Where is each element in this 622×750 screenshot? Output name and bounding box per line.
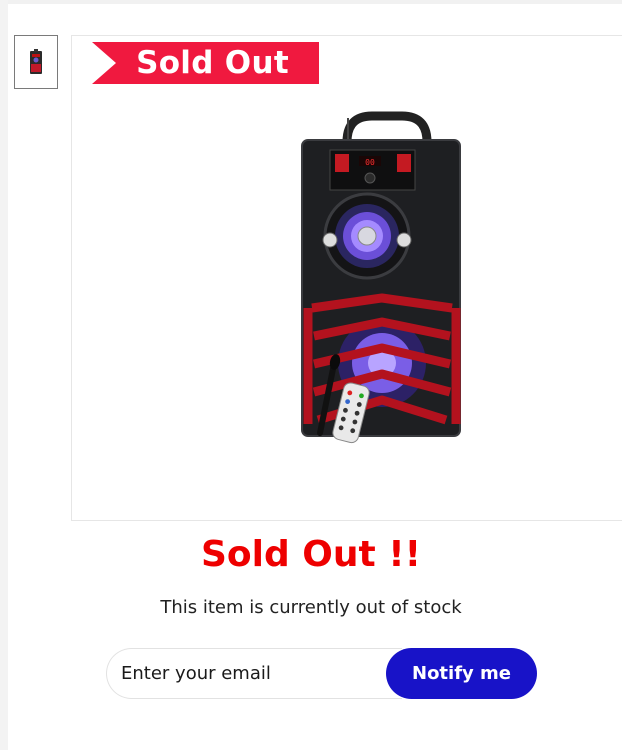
speaker-thumbnail-icon (30, 49, 42, 74)
sold-out-heading: Sold Out !! (200, 534, 422, 575)
product-thumbnail[interactable] (14, 35, 58, 89)
out-of-stock-message: This item is currently out of stock (160, 597, 462, 618)
sold-out-ribbon: Sold Out (92, 42, 319, 84)
ribbon-label: Sold Out (136, 45, 289, 81)
svg-text:00: 00 (365, 158, 375, 167)
top-strip (0, 0, 622, 4)
notify-form: Notify me (106, 648, 537, 699)
left-rail (0, 0, 8, 750)
email-input[interactable] (106, 648, 402, 699)
party-speaker-image: 00 (301, 111, 461, 444)
notify-me-button[interactable]: Notify me (386, 648, 537, 699)
main-product-image[interactable]: Sold Out 00 (71, 35, 622, 521)
